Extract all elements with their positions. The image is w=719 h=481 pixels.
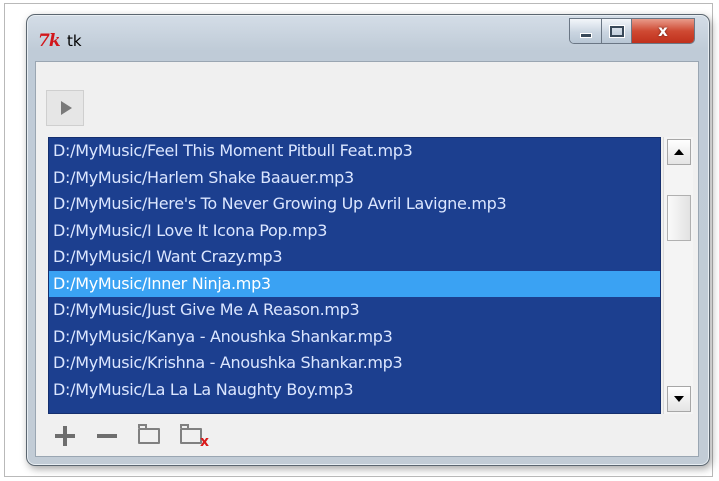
playlist-item[interactable]: D:/MyMusic/La La La Naughty Boy.mp3 bbox=[49, 377, 660, 404]
app-window: 7k tk x D:/MyMusic/Feel This Moment Pitb… bbox=[26, 14, 710, 466]
remove-file-button[interactable] bbox=[90, 421, 124, 451]
window-client-area: D:/MyMusic/Feel This Moment Pitbull Feat… bbox=[35, 61, 699, 457]
playlist-scrollbar[interactable] bbox=[663, 137, 693, 414]
playlist-listbox[interactable]: D:/MyMusic/Feel This Moment Pitbull Feat… bbox=[48, 137, 661, 414]
title-bar[interactable]: 7k tk x bbox=[27, 15, 709, 61]
playlist-item[interactable]: D:/MyMusic/Kanya - Anoushka Shankar.mp3 bbox=[49, 324, 660, 351]
clear-playlist-button[interactable]: x bbox=[174, 421, 209, 451]
arrow-down-icon bbox=[674, 396, 684, 402]
scroll-down-button[interactable] bbox=[667, 386, 691, 412]
playlist-item[interactable]: D:/MyMusic/Here's To Never Growing Up Av… bbox=[49, 191, 660, 218]
playlist-item[interactable]: D:/MyMusic/Krishna - Anoushka Shankar.mp… bbox=[49, 350, 660, 377]
minus-icon bbox=[97, 426, 117, 446]
playlist-toolbar: x bbox=[48, 420, 209, 452]
play-icon bbox=[61, 101, 72, 115]
folder-icon bbox=[138, 424, 160, 444]
playlist-item[interactable]: D:/MyMusic/Harlem Shake Baauer.mp3 bbox=[49, 165, 660, 192]
playlist-item[interactable]: D:/MyMusic/I Want Crazy.mp3 bbox=[49, 244, 660, 271]
delete-x-icon: x bbox=[199, 434, 209, 450]
tk-feather-icon: 7k bbox=[38, 31, 61, 51]
add-folder-button[interactable] bbox=[132, 421, 166, 451]
playlist-item[interactable]: D:/MyMusic/Feel This Moment Pitbull Feat… bbox=[49, 138, 660, 165]
window-controls: x bbox=[569, 18, 695, 44]
scroll-up-button[interactable] bbox=[667, 139, 691, 165]
close-icon: x bbox=[658, 22, 668, 40]
playlist-item[interactable]: D:/MyMusic/I Love It Icona Pop.mp3 bbox=[49, 218, 660, 245]
maximize-icon bbox=[609, 25, 624, 37]
folder-delete-icon: x bbox=[180, 424, 209, 450]
minimize-icon bbox=[579, 32, 592, 38]
playlist-item[interactable]: D:/MyMusic/Inner Ninja.mp3 bbox=[49, 270, 660, 297]
plus-icon bbox=[55, 426, 75, 446]
arrow-up-icon bbox=[674, 149, 684, 155]
close-button[interactable]: x bbox=[632, 19, 694, 43]
play-button[interactable] bbox=[46, 90, 84, 126]
maximize-button[interactable] bbox=[602, 19, 632, 43]
add-file-button[interactable] bbox=[48, 421, 82, 451]
scrollbar-thumb[interactable] bbox=[667, 195, 691, 241]
playlist-item[interactable]: D:/MyMusic/Just Give Me A Reason.mp3 bbox=[49, 297, 660, 324]
minimize-button[interactable] bbox=[570, 19, 602, 43]
window-title: tk bbox=[67, 32, 82, 50]
